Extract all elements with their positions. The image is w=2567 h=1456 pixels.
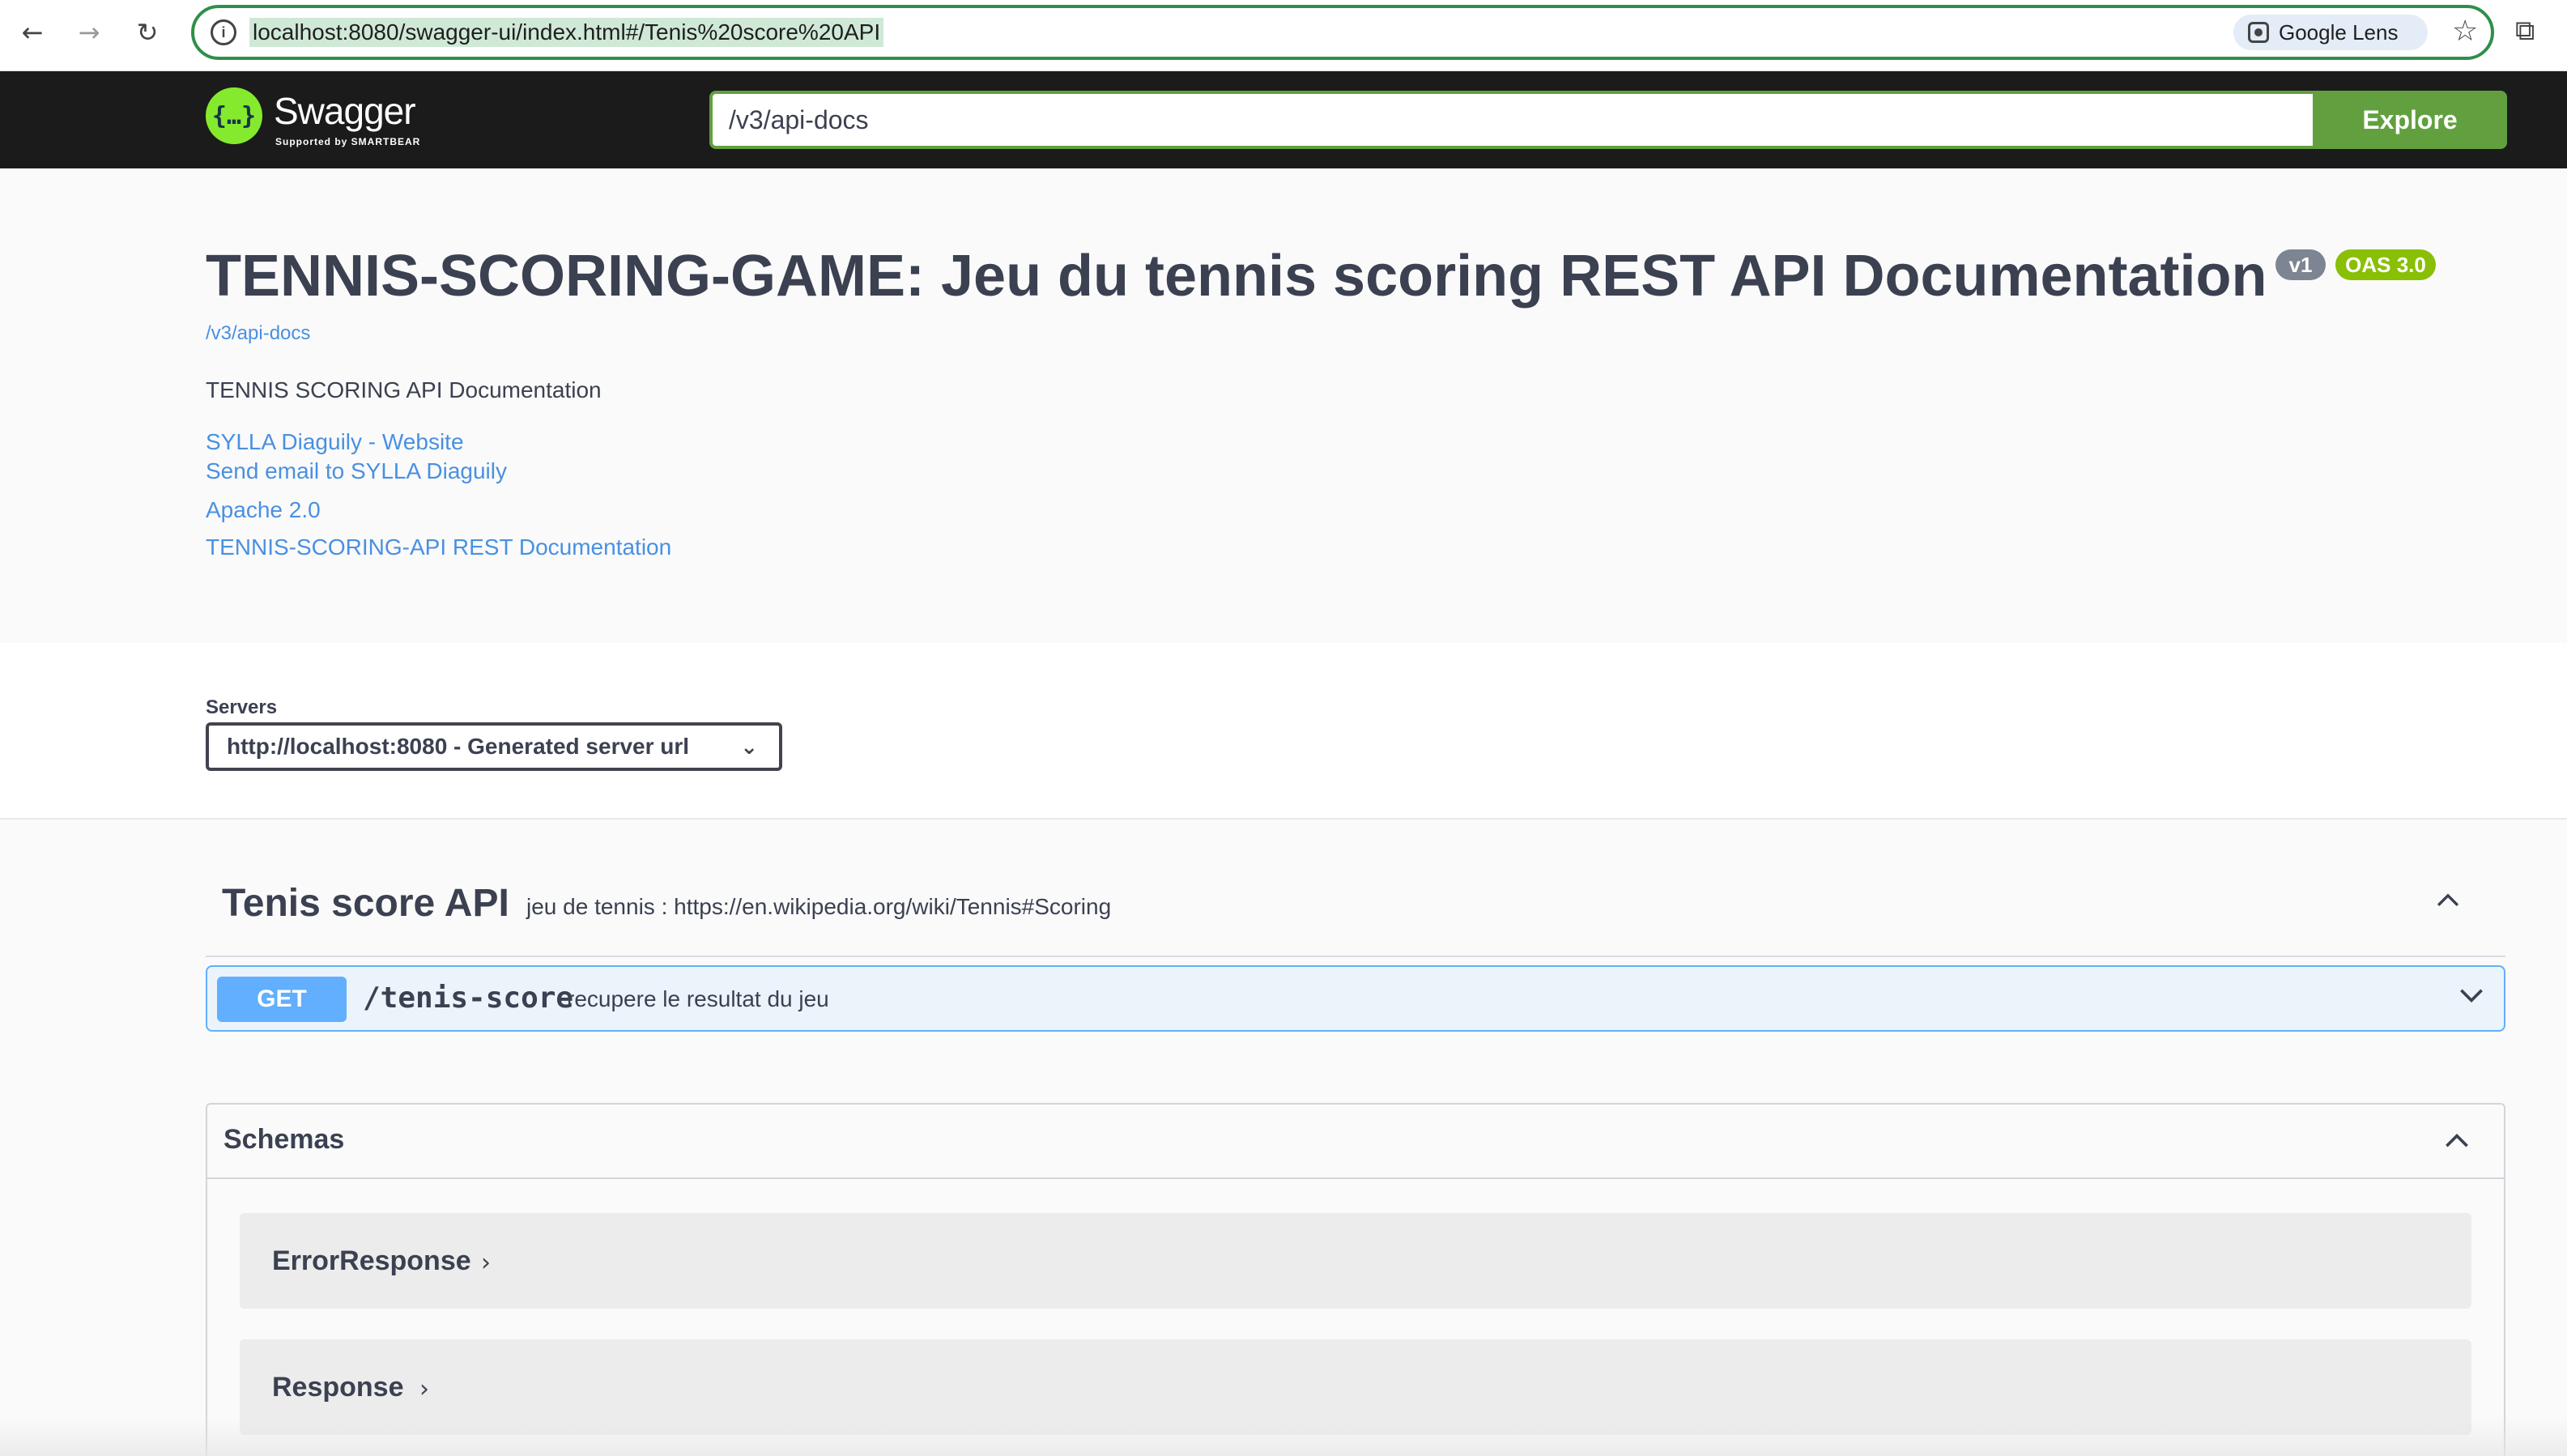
google-lens-button[interactable]: Google Lens	[2233, 15, 2428, 50]
bottom-fade	[0, 1417, 2567, 1456]
schemas-header[interactable]: Schemas	[207, 1105, 2504, 1179]
operation-summary: recupere le resultat du jeu	[567, 986, 829, 1011]
oas-badge: OAS 3.0	[2335, 249, 2436, 280]
swagger-logo-sub: Supported by SMARTBEAR	[275, 136, 421, 147]
address-bar-url[interactable]: localhost:8080/swagger-ui/index.html#/Te…	[249, 18, 884, 47]
email-link[interactable]: Send email to SYLLA Diaguily	[206, 458, 507, 484]
chevron-up-icon[interactable]	[2442, 1126, 2471, 1155]
explore-button[interactable]: Explore	[2313, 91, 2507, 149]
servers-label: Servers	[206, 696, 278, 718]
tag-section-header[interactable]: Tenis score API jeu de tennis : https://…	[206, 870, 2505, 957]
http-method-badge: GET	[217, 977, 347, 1022]
servers-select[interactable]: http://localhost:8080 - Generated server…	[206, 722, 782, 771]
servers-selected-value: http://localhost:8080 - Generated server…	[227, 734, 690, 759]
swagger-logo-word: Swagger	[274, 90, 416, 132]
site-info-icon[interactable]: i	[211, 19, 236, 45]
browser-toolbar: ← → ↻ i localhost:8080/swagger-ui/index.…	[0, 0, 2567, 71]
operation-path: /tenis-score	[363, 981, 574, 1015]
schema-model-name[interactable]: ErrorResponse	[272, 1245, 471, 1277]
schema-model-error-response[interactable]: ErrorResponse ›	[240, 1213, 2471, 1309]
chevron-down-icon[interactable]	[2457, 981, 2486, 1011]
tag-name[interactable]: Tenis score API	[222, 881, 509, 926]
chevron-up-icon[interactable]	[2434, 886, 2462, 913]
chevron-right-icon[interactable]: ›	[419, 1375, 429, 1403]
spec-link[interactable]: /v3/api-docs	[206, 322, 310, 345]
spec-url-input[interactable]: /v3/api-docs	[709, 91, 2313, 149]
extensions-icon[interactable]: ⧉	[2515, 15, 2548, 47]
license-link[interactable]: Apache 2.0	[206, 497, 321, 523]
website-link[interactable]: SYLLA Diaguily - Website	[206, 429, 464, 455]
swagger-topbar: {…} Swagger Supported by SMARTBEAR /v3/a…	[0, 71, 2567, 168]
bookmark-star-icon[interactable]: ☆	[2452, 15, 2478, 48]
schema-model-name[interactable]: Response	[272, 1372, 404, 1403]
chevron-right-icon[interactable]: ›	[481, 1249, 491, 1277]
version-badge: v1	[2275, 249, 2326, 280]
google-lens-label: Google Lens	[2279, 19, 2399, 45]
swagger-logo-icon: {…}	[206, 87, 262, 144]
lens-icon	[2248, 22, 2269, 43]
external-docs-link[interactable]: TENNIS-SCORING-API REST Documentation	[206, 534, 671, 560]
back-icon[interactable]: ←	[15, 15, 50, 50]
schemas-section: Schemas ErrorResponse › Response ›	[206, 1103, 2505, 1456]
schemas-title: Schemas	[223, 1124, 345, 1155]
tag-description: jeu de tennis : https://en.wikipedia.org…	[526, 894, 1112, 919]
reload-icon[interactable]: ↻	[130, 15, 165, 50]
forward-icon[interactable]: →	[71, 15, 107, 50]
api-description: TENNIS SCORING API Documentation	[206, 377, 602, 402]
api-title: TENNIS-SCORING-GAME: Jeu du tennis scori…	[206, 244, 2267, 309]
chevron-down-icon: ⌄	[740, 735, 758, 760]
operation-get-tenis-score[interactable]: GET /tenis-score recupere le resultat du…	[206, 965, 2505, 1032]
address-bar[interactable]: i localhost:8080/swagger-ui/index.html#/…	[191, 5, 2494, 60]
swagger-logo[interactable]: {…} Swagger Supported by SMARTBEAR	[206, 87, 449, 152]
